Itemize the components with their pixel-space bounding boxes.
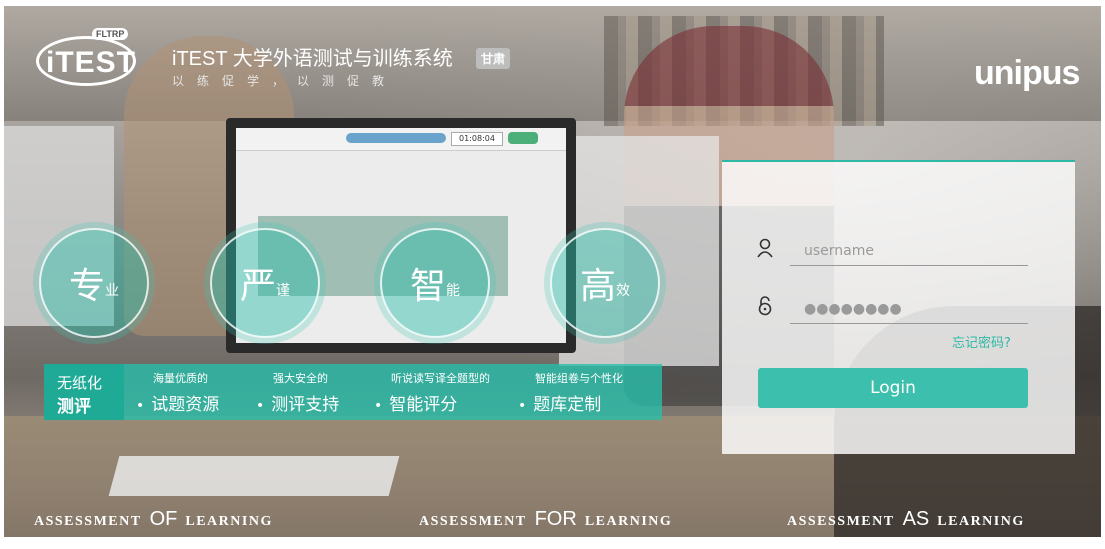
user-icon: [756, 238, 774, 263]
feature-circle-rigorous: 严谨: [210, 228, 320, 338]
lock-icon: [756, 296, 774, 321]
feature-item: 听说读写译全题型的 • 智能评分: [374, 372, 490, 415]
system-title: iTEST 大学外语测试与训练系统: [172, 48, 453, 70]
password-input[interactable]: [790, 294, 1028, 324]
login-panel: 忘记密码? Login: [722, 160, 1075, 454]
feature-bar: 无纸化 测评 海量优质的 • 试题资源 强大安全的 • 测评支持 听说读写译全题型的…: [44, 364, 662, 420]
feature-item: 强大安全的 • 测评支持: [256, 372, 340, 415]
logo-tag: FLTRP: [92, 28, 129, 40]
feature-circle-efficient: 高效: [550, 228, 660, 338]
feature-lead: 无纸化 测评: [44, 364, 124, 420]
unipus-logo[interactable]: unipus: [974, 54, 1080, 93]
itest-logo[interactable]: iTEST FLTRP: [36, 28, 140, 88]
slogan-assessment-for-learning: ASSESSMENT FOR LEARNING: [419, 508, 673, 530]
username-input[interactable]: [790, 236, 1028, 266]
slogan-assessment-of-learning: ASSESSMENT OF LEARNING: [34, 508, 273, 530]
feature-circle-intelligent: 智能: [380, 228, 490, 338]
background-keyboard: [108, 456, 400, 496]
slogan: 以练促学，以测促教: [172, 74, 398, 88]
login-page: 01:08:04 iTEST FLTRP iTEST 大学外语测试与训练系统 甘…: [4, 6, 1101, 537]
region-badge: 甘肃: [476, 48, 511, 69]
logo-word: iTEST: [46, 46, 137, 79]
feature-circle-professional: 专业: [39, 228, 149, 338]
feature-item: 海量优质的 • 试题资源: [136, 372, 220, 415]
monitor-timer: 01:08:04: [459, 134, 495, 143]
slogan-assessment-as-learning: ASSESSMENT AS LEARNING: [787, 508, 1025, 530]
forgot-password-link[interactable]: 忘记密码?: [952, 332, 1011, 351]
feature-item: 智能组卷与个性化 • 题库定制: [518, 372, 623, 415]
login-button[interactable]: Login: [758, 368, 1028, 408]
